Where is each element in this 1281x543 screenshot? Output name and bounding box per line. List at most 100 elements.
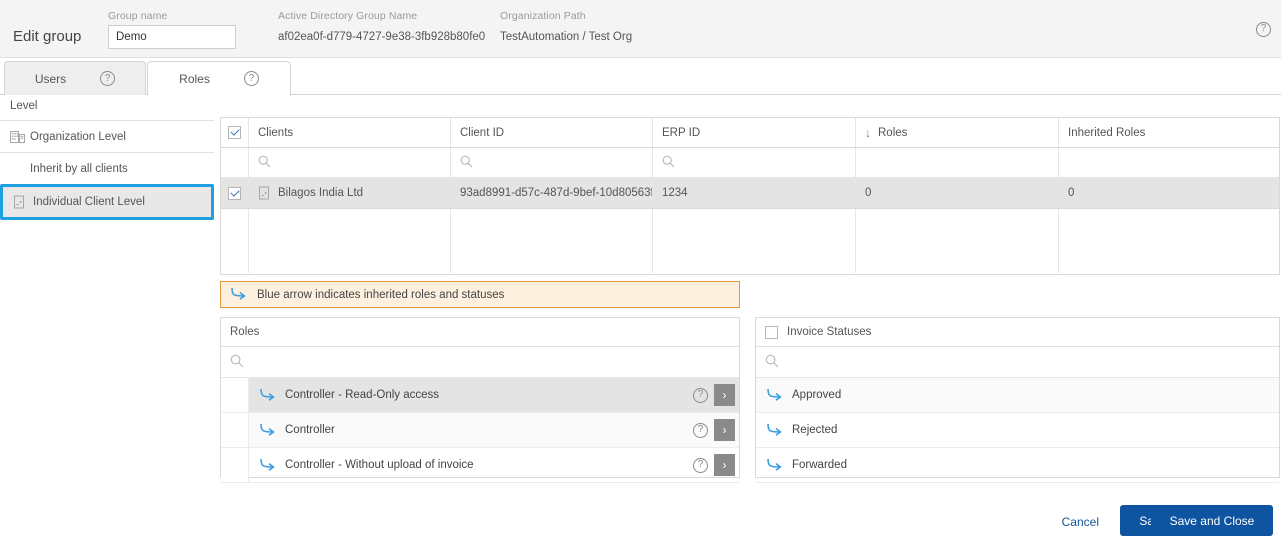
tab-roles[interactable]: Roles ?	[147, 61, 291, 96]
clients-grid-select-all-cell[interactable]	[221, 118, 249, 147]
row-checkbox[interactable]	[228, 187, 241, 200]
search-icon[interactable]	[662, 155, 675, 171]
list-item-actions: ? ›	[693, 419, 735, 441]
inherited-arrow-icon	[766, 422, 784, 439]
list-item[interactable]: Rejected	[756, 413, 1279, 448]
empty-cell-erp-id	[653, 209, 856, 273]
cancel-button[interactable]: Cancel	[1062, 515, 1099, 529]
list-item-actions: ? ›	[693, 454, 735, 476]
group-name-field-group: Group name	[108, 10, 236, 49]
search-icon[interactable]	[258, 155, 271, 171]
invoice-statuses-panel-title: Invoice Statuses	[787, 326, 871, 338]
client-icon	[258, 186, 278, 200]
empty-cell-roles	[856, 209, 1059, 273]
sidebar-item-organization-level[interactable]: Organization Level	[0, 120, 214, 152]
roles-panel: Roles Controller - Read-Only access ? › …	[220, 317, 740, 478]
column-header-erp-id[interactable]: ERP ID	[653, 118, 856, 147]
tab-roles-help-icon[interactable]: ?	[244, 71, 259, 86]
search-icon[interactable]	[230, 354, 244, 371]
column-header-roles-label: Roles	[878, 127, 907, 139]
cell-clients-label: Bilagos India Ltd	[278, 187, 363, 199]
column-header-clients[interactable]: Clients	[249, 118, 451, 147]
roles-search-row[interactable]	[221, 347, 739, 378]
filter-client-id[interactable]	[451, 148, 653, 177]
inherited-roles-info-banner: Blue arrow indicates inherited roles and…	[220, 281, 740, 308]
group-name-label: Group name	[108, 10, 236, 22]
sidebar-item-individual-client-level[interactable]: Individual Client Level	[0, 184, 214, 220]
chevron-right-icon[interactable]: ›	[714, 419, 735, 441]
select-all-checkbox[interactable]	[228, 126, 241, 139]
invoice-statuses-panel-header: Invoice Statuses	[756, 318, 1279, 347]
search-icon[interactable]	[460, 155, 473, 171]
tab-users-help-icon[interactable]: ?	[100, 71, 115, 86]
inherited-arrow-icon	[766, 387, 784, 404]
page-header: Edit group Group name Active Directory G…	[0, 0, 1281, 58]
filter-inherited-roles	[1059, 148, 1279, 177]
invoice-statuses-search-row[interactable]	[756, 347, 1279, 378]
page-title: Edit group	[13, 28, 81, 45]
ad-group-name-label: Active Directory Group Name	[278, 10, 485, 22]
list-item[interactable]: Controller - Read-Only access ? ›	[221, 378, 739, 413]
empty-cell-client-id	[451, 209, 653, 273]
inherited-arrow-icon	[766, 457, 784, 474]
list-item-label: Controller	[285, 424, 693, 436]
cell-clients: Bilagos India Ltd	[249, 178, 451, 208]
help-circle-icon[interactable]: ?	[1256, 22, 1271, 37]
page-help-button[interactable]: ?	[1256, 20, 1271, 37]
group-name-input[interactable]	[108, 25, 236, 49]
save-and-close-button[interactable]: Save and Close	[1151, 505, 1273, 536]
ad-group-name-value: af02ea0f-d779-4727-9e38-3fb928b80fe0	[278, 25, 485, 43]
list-item-label: Rejected	[792, 424, 1279, 436]
clients-grid-header-row: Clients Client ID ERP ID ↓ Roles Inherit…	[221, 118, 1279, 148]
column-header-inherited-roles[interactable]: Inherited Roles	[1059, 118, 1279, 147]
clients-grid: Clients Client ID ERP ID ↓ Roles Inherit…	[220, 117, 1280, 275]
column-header-client-id-label: Client ID	[460, 127, 504, 139]
cell-roles: 0	[856, 178, 1059, 208]
table-row[interactable]: Bilagos India Ltd 93ad8991-d57c-487d-9be…	[221, 178, 1279, 209]
invoice-statuses-select-all-checkbox[interactable]	[765, 326, 778, 339]
tab-users-label: Users	[35, 72, 66, 86]
organization-path-value: TestAutomation / Test Org	[500, 25, 632, 43]
cell-erp-id: 1234	[653, 178, 856, 208]
sort-descending-icon[interactable]: ↓	[865, 126, 871, 140]
help-circle-icon[interactable]: ?	[693, 388, 708, 403]
roles-panel-header: Roles	[221, 318, 739, 347]
inherited-arrow-icon	[259, 457, 277, 474]
inherited-arrow-icon	[230, 286, 248, 303]
list-item[interactable]: Controller ? ›	[221, 413, 739, 448]
filter-clients[interactable]	[249, 148, 451, 177]
empty-cell-clients	[249, 209, 451, 273]
row-gutter	[221, 448, 249, 482]
inherited-roles-info-banner-text: Blue arrow indicates inherited roles and…	[257, 289, 504, 301]
client-icon	[13, 195, 33, 209]
list-item[interactable]: Controller - Without upload of invoice ?…	[221, 448, 739, 483]
column-header-client-id[interactable]: Client ID	[451, 118, 653, 147]
list-item[interactable]: Forwarded	[756, 448, 1279, 483]
help-circle-icon[interactable]: ?	[693, 423, 708, 438]
column-header-clients-label: Clients	[258, 127, 293, 139]
chevron-right-icon[interactable]: ›	[714, 384, 735, 406]
clients-grid-filter-row	[221, 148, 1279, 178]
tab-users[interactable]: Users ?	[4, 61, 146, 95]
row-select-cell[interactable]	[221, 178, 249, 208]
sidebar-title: Level	[0, 100, 214, 120]
chevron-right-icon[interactable]: ›	[714, 454, 735, 476]
list-item[interactable]: Approved	[756, 378, 1279, 413]
sidebar-item-inherit-by-all-clients[interactable]: Inherit by all clients	[0, 152, 214, 184]
list-item-label: Controller - Without upload of invoice	[285, 459, 693, 471]
column-header-inherited-roles-label: Inherited Roles	[1068, 127, 1145, 139]
cell-client-id: 93ad8991-d57c-487d-9bef-10d80563f...	[451, 178, 653, 208]
column-header-roles[interactable]: ↓ Roles	[856, 118, 1059, 147]
invoice-statuses-panel: Invoice Statuses Approved Rejected Forwa…	[755, 317, 1280, 478]
filter-erp-id[interactable]	[653, 148, 856, 177]
sidebar-item-inherit-by-all-clients-label: Inherit by all clients	[30, 163, 128, 175]
tab-roles-label: Roles	[179, 72, 210, 86]
roles-panel-title: Roles	[230, 326, 259, 338]
sidebar-item-individual-client-level-label: Individual Client Level	[33, 196, 145, 208]
organization-path-field-group: Organization Path TestAutomation / Test …	[500, 10, 632, 43]
column-header-erp-id-label: ERP ID	[662, 127, 700, 139]
inherited-arrow-icon	[259, 422, 277, 439]
search-icon[interactable]	[765, 354, 779, 371]
help-circle-icon[interactable]: ?	[693, 458, 708, 473]
footer-actions: Cancel Save Save and Close	[0, 505, 1281, 543]
